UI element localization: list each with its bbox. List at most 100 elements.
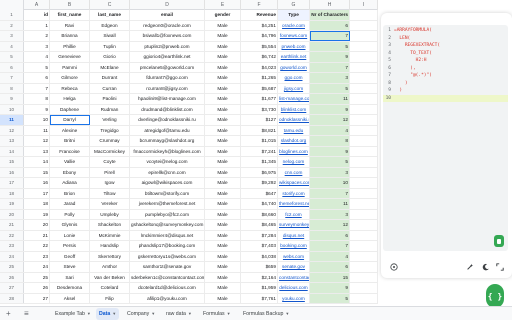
revenue-cell[interactable]: $1,345 — [241, 157, 278, 167]
id-cell[interactable]: 14 — [24, 157, 50, 167]
first-name-cell[interactable]: Helga — [50, 94, 90, 104]
last-name-cell[interactable]: Shackelton — [90, 220, 130, 230]
revenue-cell[interactable]: $8,465 — [241, 220, 278, 230]
revenue-cell[interactable]: $647 — [241, 188, 278, 198]
first-name-cell[interactable]: Phillie — [50, 41, 90, 51]
run-button[interactable] — [494, 235, 504, 247]
empty-cell[interactable] — [350, 220, 378, 230]
email-cell[interactable]: aigowl@wikispaces.com — [130, 178, 205, 188]
type-cell[interactable]: pnweb.com — [278, 41, 310, 51]
email-cell[interactable]: lmckimmier4@disqus.net — [130, 230, 205, 240]
sheet-tab[interactable]: Example Tab ▼ — [52, 308, 94, 320]
type-cell[interactable]: slashdot.org — [278, 136, 310, 146]
empty-cell[interactable] — [350, 283, 378, 293]
gender-cell[interactable]: Male — [205, 94, 241, 104]
gender-cell[interactable]: Male — [205, 293, 241, 303]
type-cell[interactable]: earthlink.net — [278, 52, 310, 62]
revenue-cell[interactable]: $4,796 — [241, 31, 278, 41]
gender-cell[interactable]: Male — [205, 62, 241, 72]
row-number[interactable]: 22 — [0, 230, 24, 240]
last-name-cell[interactable]: Rudman — [90, 104, 130, 114]
email-cell[interactable]: pmcelane5@goworld.com — [130, 62, 205, 72]
email-cell[interactable]: btiltowm@storify.com — [130, 188, 205, 198]
revenue-cell[interactable]: $4,023 — [241, 62, 278, 72]
first-name-cell[interactable]: Steve — [50, 262, 90, 272]
first-name-cell[interactable]: Polly — [50, 209, 90, 219]
char-count-cell[interactable]: 7 — [310, 31, 350, 41]
first-name-cell[interactable]: Desdemona — [50, 283, 90, 293]
row-number[interactable]: 24 — [0, 251, 24, 261]
char-count-cell[interactable]: 12 — [310, 115, 350, 125]
type-cell[interactable]: surveymonkey.com — [278, 220, 310, 230]
last-name-cell[interactable]: Tregidgo — [90, 125, 130, 135]
email-cell[interactable]: bsiwall1@foxnews.com — [130, 31, 205, 41]
gender-cell[interactable]: Male — [205, 73, 241, 83]
char-count-cell[interactable]: 6 — [310, 20, 350, 30]
row-number[interactable]: 23 — [0, 241, 24, 251]
revenue-cell[interactable]: $7,241 — [241, 146, 278, 156]
char-count-cell[interactable]: 3 — [310, 167, 350, 177]
row-number[interactable]: 26 — [0, 272, 24, 282]
empty-cell[interactable] — [350, 136, 378, 146]
type-cell[interactable]: list-manage.com — [278, 94, 310, 104]
first-name-cell[interactable]: Geoff — [50, 251, 90, 261]
id-cell[interactable]: 4 — [24, 52, 50, 62]
last-name-cell[interactable]: Handslip — [90, 241, 130, 251]
first-name-cell[interactable]: Vallie — [50, 157, 90, 167]
email-cell[interactable]: jverekern@themeforest.net — [130, 199, 205, 209]
char-count-cell[interactable]: 12 — [310, 220, 350, 230]
empty-cell[interactable] — [350, 73, 378, 83]
char-count-cell[interactable]: 6 — [310, 262, 350, 272]
empty-cell[interactable] — [350, 167, 378, 177]
char-count-cell[interactable]: 6 — [310, 230, 350, 240]
revenue-cell[interactable]: $5,687 — [241, 83, 278, 93]
type-cell[interactable]: ggo.com — [278, 73, 310, 83]
row-number[interactable]: 19 — [0, 199, 24, 209]
last-name-cell[interactable]: Curran — [90, 83, 130, 93]
empty-cell[interactable] — [350, 10, 378, 20]
row-number[interactable]: 21 — [0, 220, 24, 230]
column-letter-g[interactable]: G — [278, 0, 310, 10]
first-name-cell[interactable]: Ravi — [50, 20, 90, 30]
id-cell[interactable]: 11 — [24, 125, 50, 135]
type-cell[interactable]: bloglines.com — [278, 146, 310, 156]
last-name-cell[interactable]: Igow — [90, 178, 130, 188]
revenue-cell[interactable]: $1,265 — [241, 73, 278, 83]
row-number[interactable]: 16 — [0, 167, 24, 177]
id-cell[interactable]: 12 — [24, 136, 50, 146]
first-name-cell[interactable]: Rebeca — [50, 83, 90, 93]
type-cell[interactable]: blinklist.com — [278, 104, 310, 114]
revenue-cell[interactable]: $7,284 — [241, 230, 278, 240]
last-name-cell[interactable]: Durrant — [90, 73, 130, 83]
editor-line[interactable]: 1 =ARRAYFORMULA( — [383, 27, 508, 35]
id-cell[interactable]: 23 — [24, 251, 50, 261]
editor-line[interactable]: 4 TO_TEXT( — [383, 50, 508, 58]
gender-cell[interactable]: Male — [205, 262, 241, 272]
type-cell[interactable]: nelog.com — [278, 157, 310, 167]
row-number[interactable]: 18 — [0, 188, 24, 198]
char-count-cell[interactable]: 3 — [310, 209, 350, 219]
id-cell[interactable]: 15 — [24, 167, 50, 177]
row-number[interactable]: 1 — [0, 10, 24, 20]
email-cell[interactable]: sderbeken1c@constantcontact.com — [130, 272, 205, 282]
gender-cell[interactable]: Male — [205, 199, 241, 209]
gender-cell[interactable]: Male — [205, 136, 241, 146]
gender-cell[interactable]: Male — [205, 283, 241, 293]
email-cell[interactable]: gshackeltonq@surveymonkey.com — [130, 220, 205, 230]
email-cell[interactable]: ggiorio4@earthlink.net — [130, 52, 205, 62]
editor-line[interactable]: 10 — [383, 94, 508, 102]
select-all-corner[interactable] — [0, 0, 24, 10]
gender-cell[interactable]: Male — [205, 251, 241, 261]
column-letter-d[interactable]: D — [130, 0, 205, 10]
revenue-cell[interactable]: $659 — [241, 262, 278, 272]
gender-cell[interactable]: Male — [205, 230, 241, 240]
formula-extension-button[interactable]: { } — [486, 284, 504, 308]
type-cell[interactable]: fc2.com — [278, 209, 310, 219]
editor-line[interactable]: 7 "@(.*)") — [383, 72, 508, 80]
gender-cell[interactable]: Male — [205, 178, 241, 188]
first-name-cell[interactable]: Pammi — [50, 62, 90, 72]
column-header-id[interactable]: id — [24, 10, 50, 20]
sheet-tab[interactable]: raw data ▼ — [163, 308, 195, 320]
char-count-cell[interactable]: 5 — [310, 293, 350, 303]
row-number[interactable]: 20 — [0, 209, 24, 219]
